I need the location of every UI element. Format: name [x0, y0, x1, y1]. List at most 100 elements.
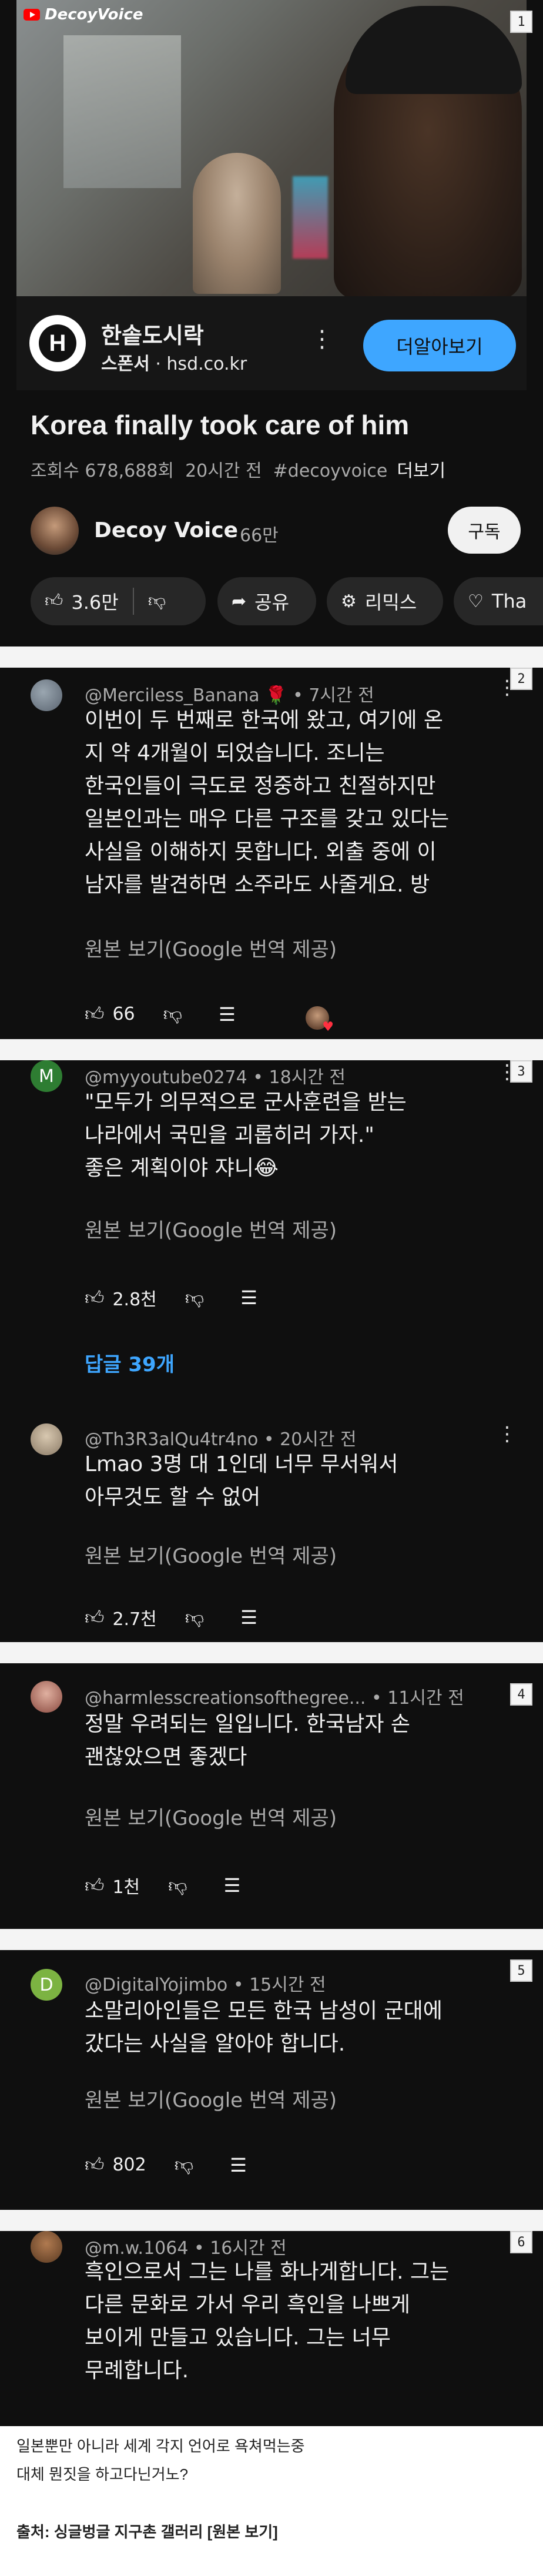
hashtag-link[interactable]: #decoyvoice: [273, 461, 388, 481]
comment-panel-2: 3 M @myyoutube0274 • 18시간 전 ⋮ "모두가 의무적으로…: [0, 1060, 543, 1642]
thumbs-up-icon[interactable]: 👍︎: [85, 1287, 104, 1309]
replies-link[interactable]: 답글 39개: [85, 1348, 175, 1377]
video-panel: DecoyVoice 1 H 한솥도시락 스폰서 · hsd.co.kr ⋮ 더…: [0, 0, 543, 646]
comment-line: 좋은 계획이야 쟈니😂: [85, 1156, 279, 1180]
remix-button[interactable]: ⚙ 리믹스: [327, 577, 443, 625]
thumbs-down-icon[interactable]: 👎︎: [168, 1874, 187, 1897]
channel-avatar[interactable]: [31, 507, 79, 555]
like-count: 3.6만: [71, 591, 119, 614]
panel-divider: [0, 1039, 543, 1060]
view-original-link[interactable]: 원본 보기(Google 번역 제공): [85, 1214, 337, 1243]
commenter-avatar[interactable]: [31, 2231, 62, 2263]
ad-more-icon[interactable]: ⋮: [310, 326, 334, 353]
panel-divider: [0, 646, 543, 668]
comment-more-icon[interactable]: ⋮: [497, 1422, 517, 1446]
thumbs-down-icon[interactable]: 👎︎: [185, 1287, 204, 1309]
thumbs-down-icon[interactable]: 👎︎: [175, 2153, 193, 2176]
like-dislike-pill[interactable]: 👍︎ 3.6만 👎︎: [31, 577, 206, 625]
learn-more-button[interactable]: 더알아보기: [363, 320, 516, 371]
thanks-button[interactable]: ♡ Tha: [454, 577, 543, 625]
view-original-link[interactable]: 원본 보기(Google 번역 제공): [85, 1802, 337, 1831]
comment-actions: 👍︎ 2.7천 👎︎ ☰: [85, 1604, 266, 1630]
thumbs-up-icon[interactable]: 👍︎: [45, 591, 63, 612]
channel-name[interactable]: Decoy Voice: [94, 518, 238, 542]
comment-actions: 👍︎ 1천 👎︎ ☰: [85, 1872, 249, 1898]
thumbs-down-icon[interactable]: 👎︎: [148, 591, 166, 612]
sponsor-ad[interactable]: H 한솥도시락 스폰서 · hsd.co.kr ⋮ 더알아보기: [16, 296, 527, 390]
comment-like-count: 2.7천: [112, 1609, 157, 1630]
subscribe-button[interactable]: 구독: [448, 507, 521, 554]
thumbs-up-icon[interactable]: 👍︎: [85, 1874, 104, 1897]
share-label: 공유: [254, 591, 290, 614]
comment-time: 18시간 전: [269, 1067, 346, 1088]
video-title: Korea finally took care of him: [31, 410, 410, 440]
thumbs-up-icon[interactable]: 👍︎: [85, 1606, 104, 1629]
commenter-avatar[interactable]: [31, 1681, 62, 1713]
source-credit[interactable]: 출처: 싱글벙글 지구촌 갤러리 [원본 보기]: [16, 2520, 278, 2542]
commenter-avatar[interactable]: D: [31, 1969, 62, 2001]
comment-line: 일본인과는 매우 다른 구조를 갖고 있다는: [85, 807, 450, 831]
comment-line: Lmao 3명 대 1인데 너무 무서워서: [85, 1452, 398, 1476]
comment-more-icon[interactable]: ⋮: [497, 1060, 517, 1084]
comment-author-line: @Th3R3alQu4tr4no • 20시간 전: [85, 1429, 357, 1450]
comment-author[interactable]: @DigitalYojimbo: [85, 1975, 227, 1995]
creator-heart-icon: [306, 1006, 334, 1034]
comment-line: 흑인으로서 그는 나를 화나게합니다. 그는: [85, 2260, 450, 2284]
comment-like-count: 2.8천: [112, 1289, 157, 1310]
upload-time: 20시간 전: [185, 461, 262, 481]
more-link[interactable]: 더보기: [397, 461, 445, 481]
video-meta: 조회수 678,688회 20시간 전 #decoyvoice 더보기: [31, 456, 445, 482]
share-icon: ➦: [232, 591, 247, 612]
thumbs-down-icon[interactable]: 👎︎: [163, 1003, 182, 1026]
share-button[interactable]: ➦ 공유: [217, 577, 316, 625]
comment-actions: 👍︎ 2.8천 👎︎ ☰: [85, 1285, 266, 1311]
reply-icon[interactable]: ☰: [230, 2154, 247, 2176]
comment-time: 15시간 전: [249, 1975, 326, 1995]
comment-author[interactable]: @harmlesscreationsofthegree...: [85, 1688, 366, 1709]
comment-line: 보이게 만들고 있습니다. 그는 너무: [85, 2326, 391, 2350]
comment-text: 소말리아인들은 모든 한국 남성이 군대에 갔다는 사실을 알아야 합니다.: [85, 1995, 508, 2061]
comment-actions: 👍︎ 66 👎︎ ☰: [85, 1003, 244, 1026]
post-caption-line: 일본뿐만 아니라 세계 각지 언어로 욕쳐먹는중: [16, 2437, 305, 2455]
comment-author-line: @DigitalYojimbo • 15시간 전: [85, 1975, 326, 1995]
post-caption-line: 대체 뭔짓을 하고다닌거노?: [16, 2466, 189, 2483]
remix-label: 리믹스: [364, 591, 417, 614]
comment-panel-1: 2 @Merciless_Banana 🌹 • 7시간 전 ⋮ 이번이 두 번째…: [0, 668, 543, 1039]
advertiser-logo: H: [29, 315, 86, 371]
comment-line: 다른 문화로 가서 우리 흑인을 나쁘게: [85, 2293, 411, 2317]
thanks-label: Tha: [491, 590, 527, 612]
video-watermark: DecoyVoice: [24, 6, 143, 24]
comment-author[interactable]: @Merciless_Banana: [85, 685, 260, 706]
sponsor-domain: hsd.co.kr: [166, 354, 247, 374]
panel-number-1: 1: [510, 11, 532, 33]
comment-author[interactable]: @myyoutube0274: [85, 1067, 247, 1088]
view-original-link[interactable]: 원본 보기(Google 번역 제공): [85, 2084, 337, 2113]
comment-text: Lmao 3명 대 1인데 너무 무서워서 아무것도 할 수 없어: [85, 1448, 508, 1514]
comment-line: 무례합니다.: [85, 2359, 189, 2383]
pill-separator: [132, 588, 134, 615]
panel-divider: [0, 1642, 543, 1663]
video-watermark-text: DecoyVoice: [45, 6, 143, 24]
thumbs-up-icon[interactable]: 👍︎: [85, 1003, 104, 1026]
commenter-avatar[interactable]: M: [31, 1060, 62, 1092]
view-original-link[interactable]: 원본 보기(Google 번역 제공): [85, 933, 337, 962]
sponsor-label: 스폰서: [101, 354, 150, 374]
comment-line: 사실을 이해하지 못합니다. 외출 중에 이: [85, 840, 437, 864]
video-beanie: [346, 6, 522, 94]
comment-line: 아무것도 할 수 없어: [85, 1485, 261, 1509]
reply-icon[interactable]: ☰: [240, 1287, 257, 1309]
comment-author[interactable]: @Th3R3alQu4tr4no: [85, 1429, 258, 1450]
commenter-avatar[interactable]: [31, 679, 62, 711]
reply-icon[interactable]: ☰: [219, 1003, 236, 1026]
comment-line: 나라에서 국민을 괴롭히러 가자.": [85, 1123, 374, 1147]
video-player[interactable]: DecoyVoice: [16, 0, 527, 296]
commenter-avatar[interactable]: [31, 1423, 62, 1455]
comment-more-icon[interactable]: ⋮: [497, 676, 517, 699]
comment-line: "모두가 의무적으로 군사훈련을 받는: [85, 1090, 407, 1114]
comment-text: 흑인으로서 그는 나를 화나게합니다. 그는 다른 문화로 가서 우리 흑인을 …: [85, 2256, 508, 2387]
view-original-link[interactable]: 원본 보기(Google 번역 제공): [85, 1540, 337, 1569]
thumbs-down-icon[interactable]: 👎︎: [185, 1606, 204, 1629]
reply-icon[interactable]: ☰: [240, 1606, 257, 1629]
reply-icon[interactable]: ☰: [224, 1874, 241, 1897]
thumbs-up-icon[interactable]: 👍︎: [85, 2153, 104, 2176]
